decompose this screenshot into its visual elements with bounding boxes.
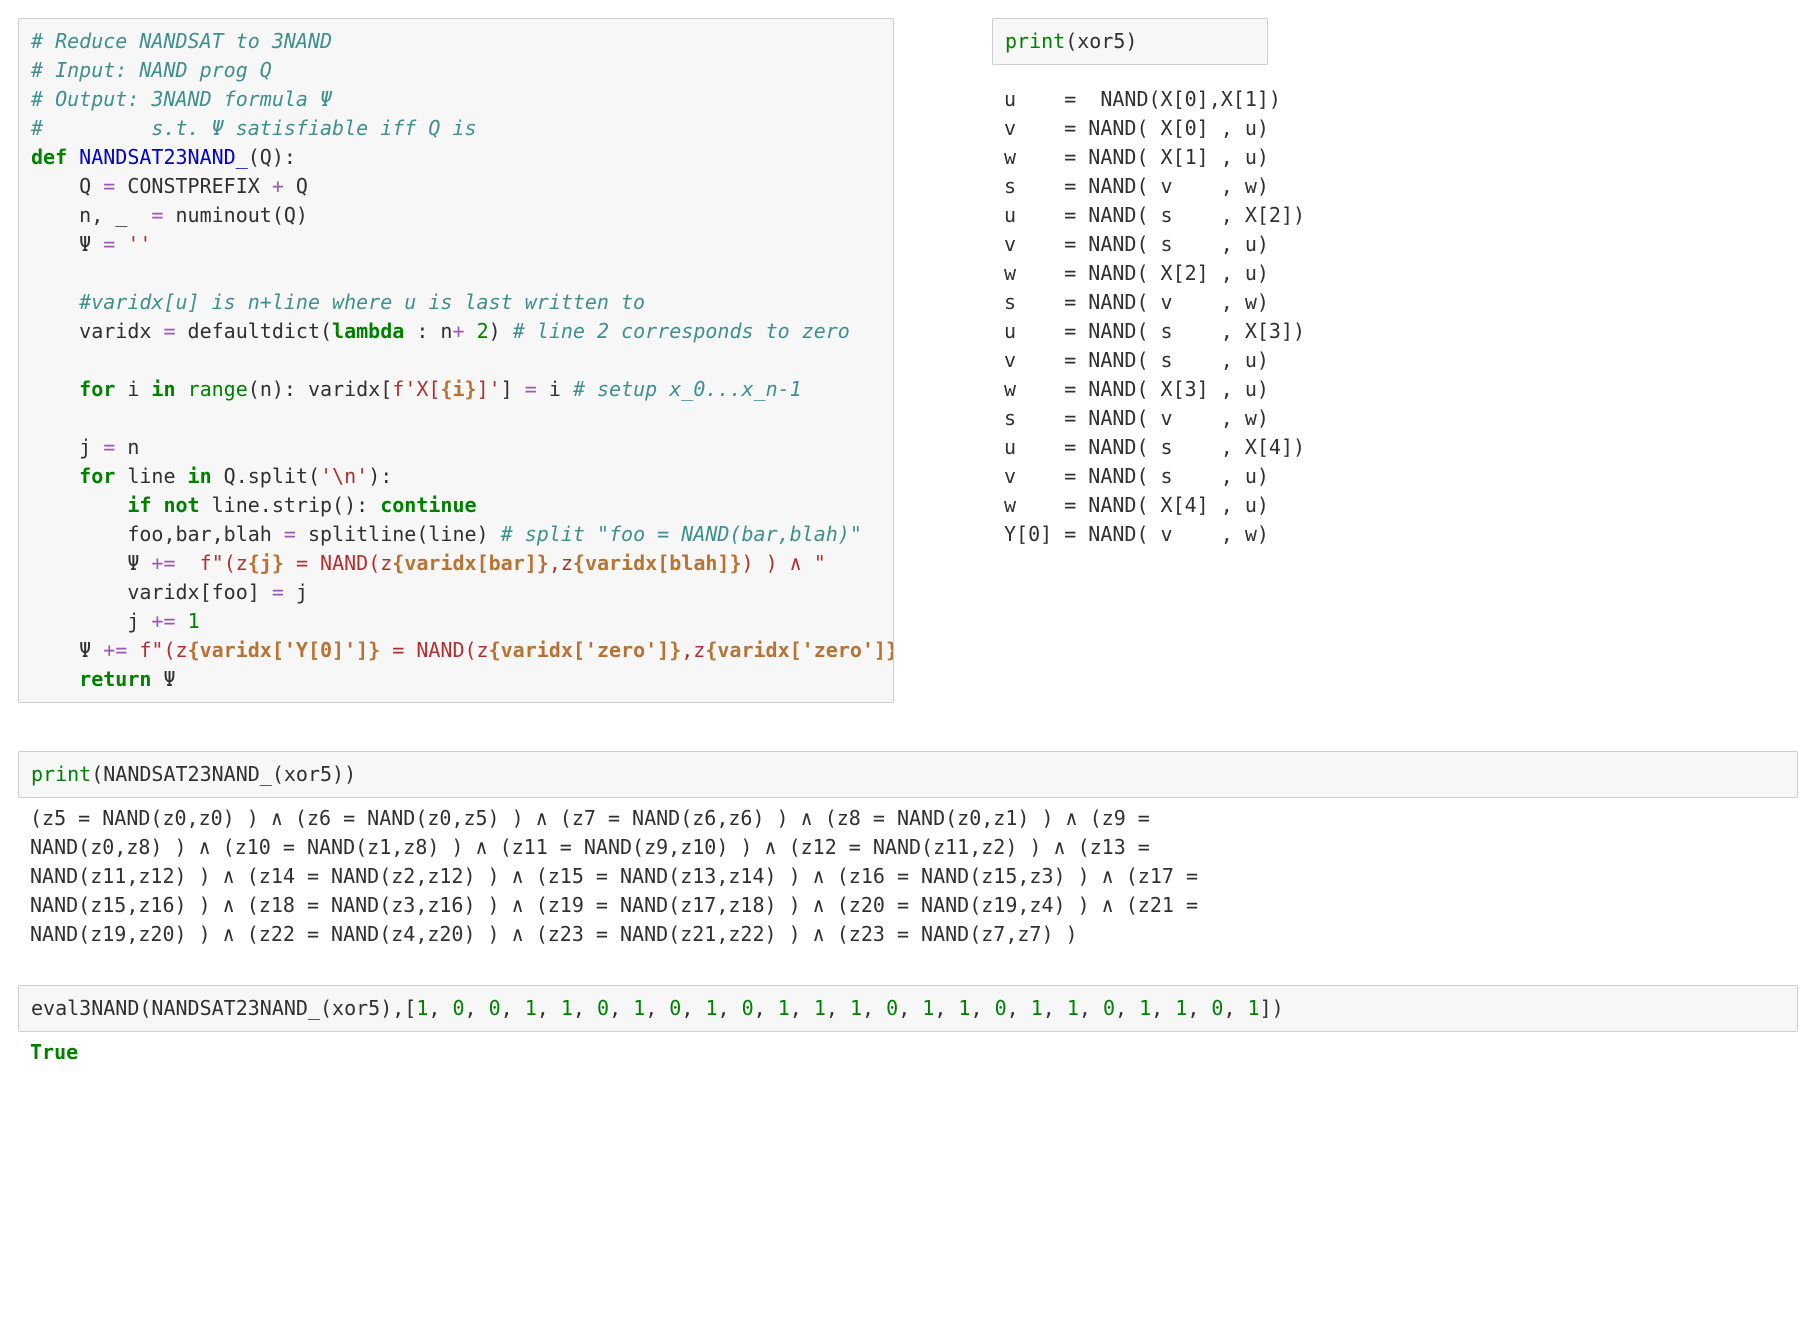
code-cell-eval3nand[interactable]: eval3NAND(NANDSAT23NAND_(xor5),[1, 0, 0,… (18, 985, 1798, 1032)
code-cell-print-xor5[interactable]: print(xor5) (992, 18, 1268, 65)
output-3nand-formula: (z5 = NAND(z0,z0) ) ∧ (z6 = NAND(z0,z5) … (18, 798, 1292, 955)
code-cell-nandsat23nand[interactable]: # Reduce NANDSAT to 3NAND # Input: NAND … (18, 18, 894, 703)
output-xor5: u = NAND(X[0],X[1]) v = NAND( X[0] , u) … (992, 81, 1317, 553)
code-cell-print-nandsat23nand-xor5[interactable]: print(NANDSAT23NAND_(xor5)) (18, 751, 1798, 798)
output-eval3nand: True (18, 1032, 1292, 1073)
